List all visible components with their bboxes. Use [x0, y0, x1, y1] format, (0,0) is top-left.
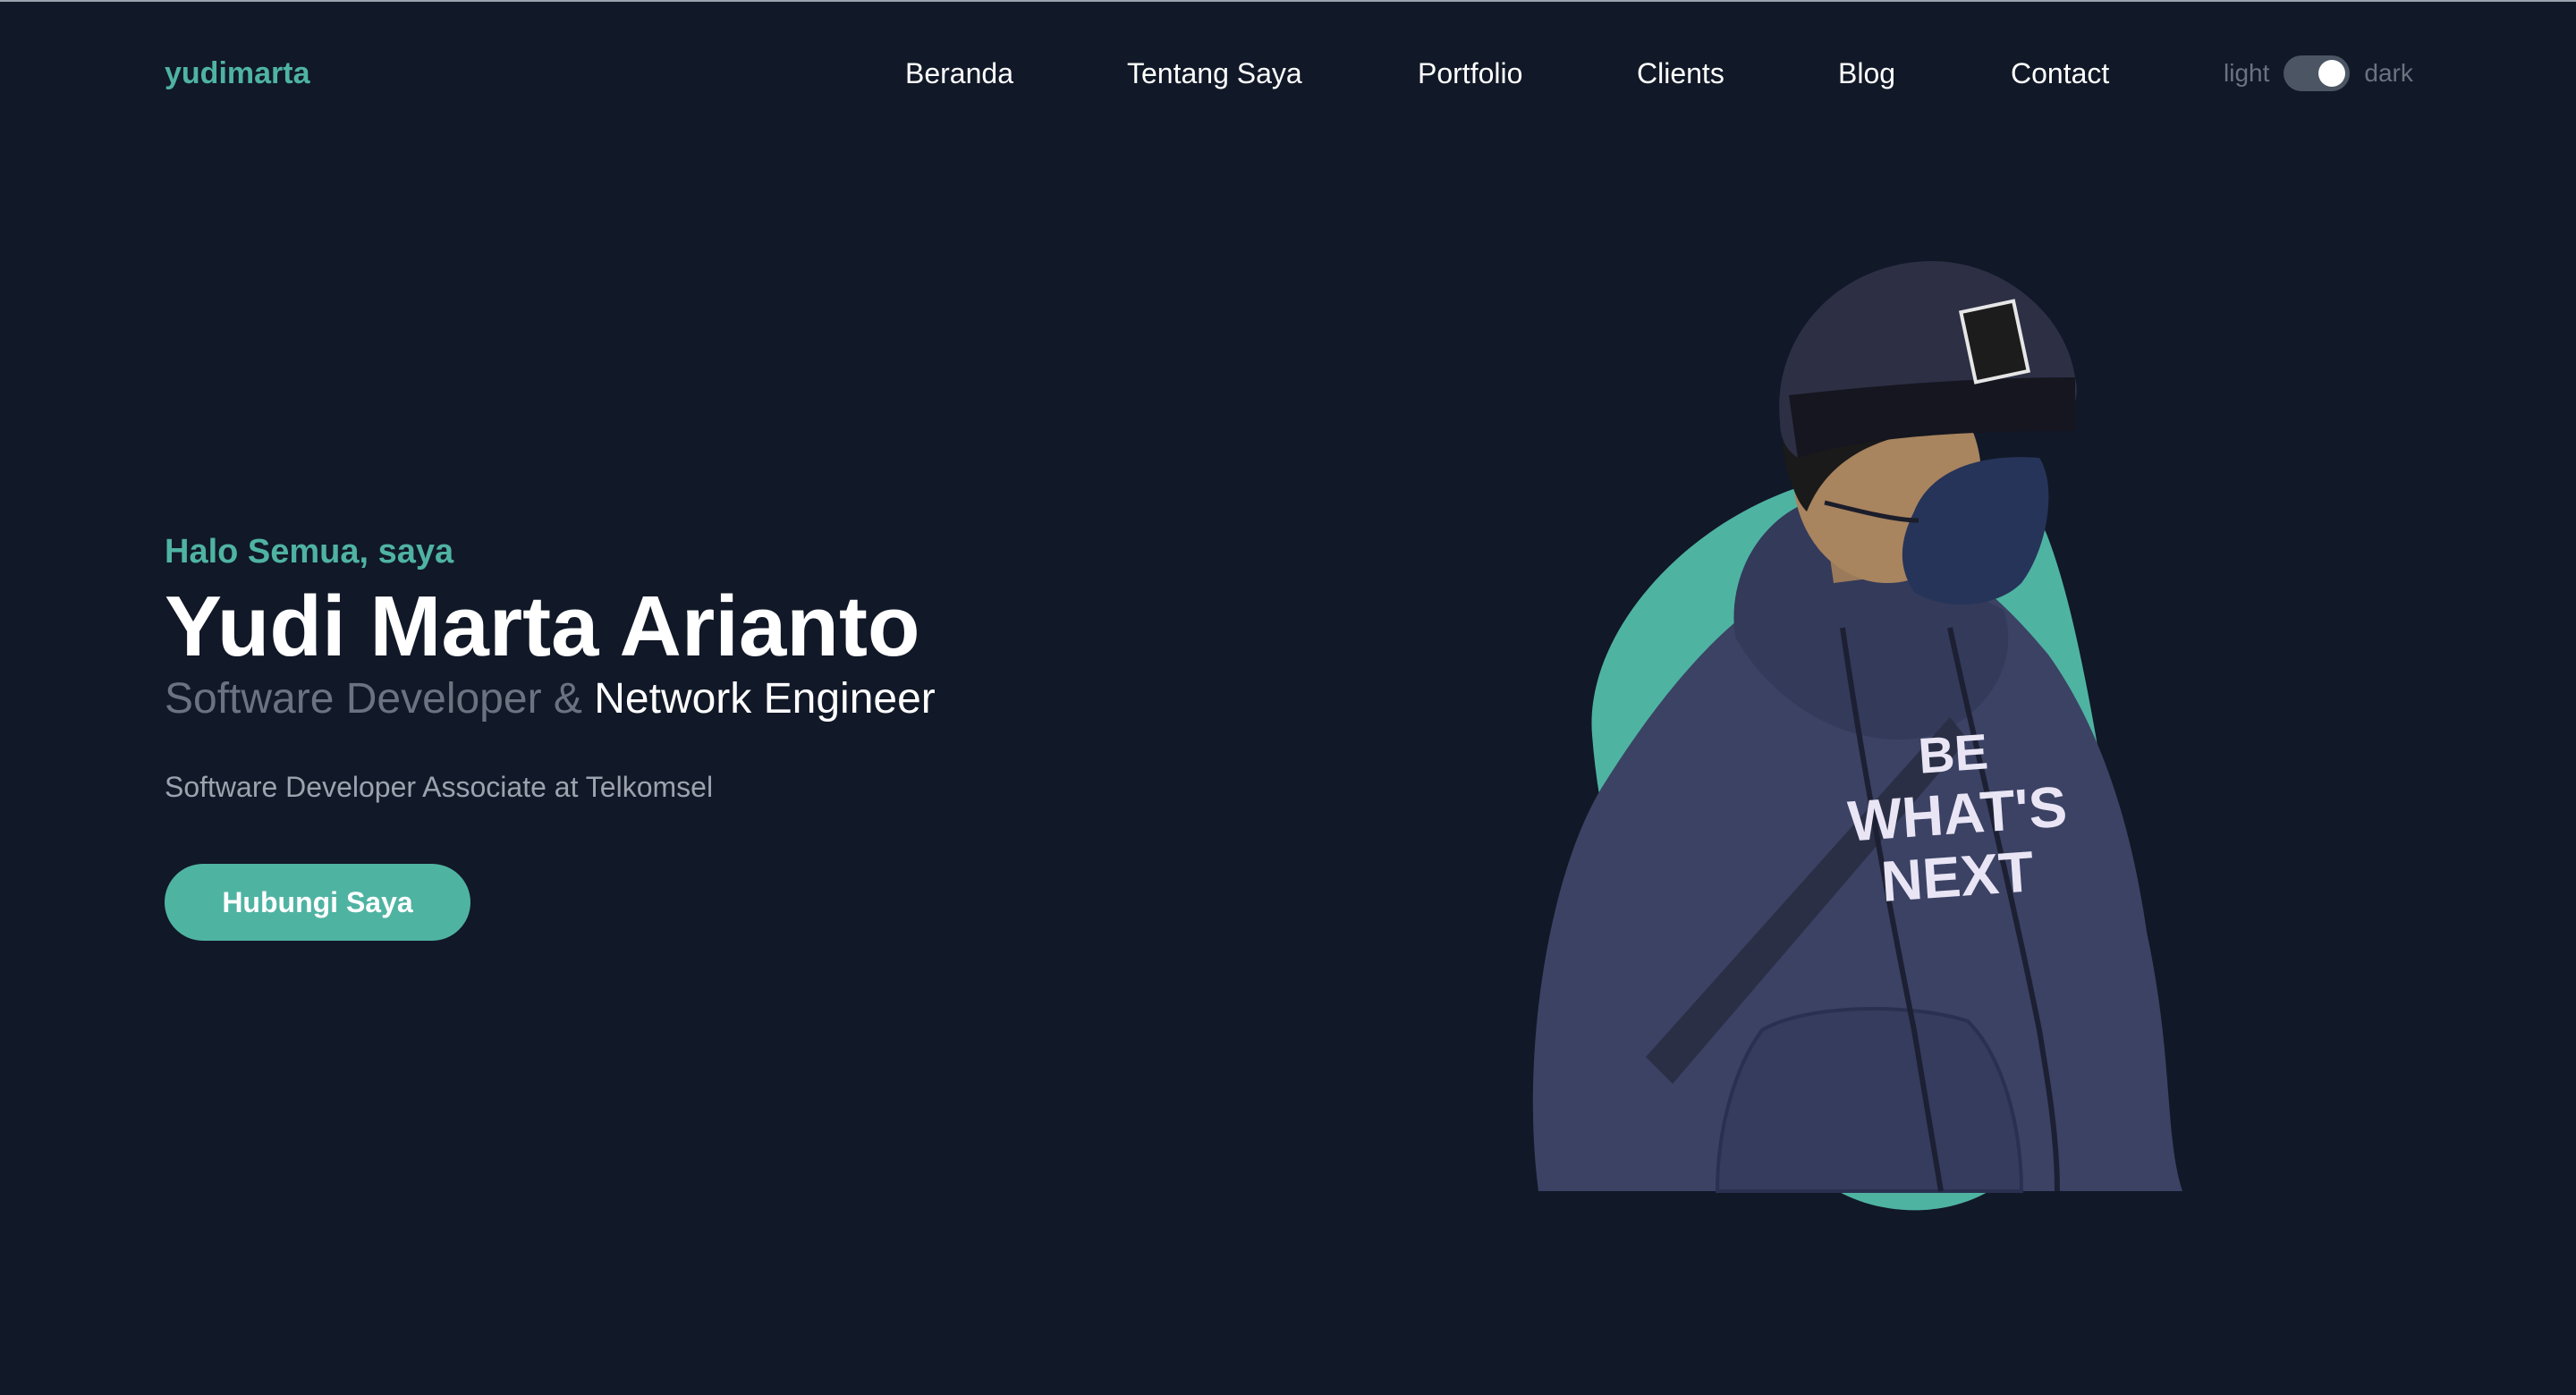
navbar: yudimarta Beranda Tentang Saya Portfolio… [0, 2, 2576, 145]
hero-description: Software Developer Associate at Telkomse… [165, 771, 714, 803]
nav-item-blog: Blog [1838, 54, 1895, 93]
theme-switch[interactable] [2284, 55, 2351, 91]
switch-knob [2318, 60, 2346, 87]
hero-greeting: Halo Semua, saya [165, 533, 454, 571]
hoodie-print-line1: BE [1917, 723, 1990, 783]
hero-name: Yudi Marta Arianto [165, 579, 920, 674]
nav-link-tentang-saya[interactable]: Tentang Saya [1127, 54, 1302, 93]
logo-link[interactable]: yudimarta [165, 54, 310, 93]
nav-item-beranda: Beranda [905, 54, 1013, 93]
light-label: light [2224, 59, 2270, 87]
nav-link-blog[interactable]: Blog [1838, 54, 1895, 93]
page: yudimarta Beranda Tentang Saya Portfolio… [0, 0, 2576, 1395]
nav-item-tentang-saya: Tentang Saya [1127, 54, 1302, 93]
nav-item-clients: Clients [1637, 54, 1724, 93]
hoodie-pocket [1715, 1007, 2024, 1193]
portrait-illustration: BE WHAT'S NEXT [1532, 261, 2182, 1211]
nav-item-contact: Contact [2011, 54, 2109, 93]
nav-link-portfolio[interactable]: Portfolio [1418, 54, 1522, 93]
contact-me-button[interactable]: Hubungi Saya [165, 864, 470, 941]
theme-toggle: light dark [2224, 54, 2413, 93]
hero-role: Software Developer & Network Engineer [165, 672, 936, 726]
hero-role-primary: Software Developer & [165, 675, 582, 723]
nav-link-beranda[interactable]: Beranda [905, 54, 1013, 93]
nav-item-portfolio: Portfolio [1418, 54, 1522, 93]
nav-link-clients[interactable]: Clients [1637, 54, 1724, 93]
dark-label: dark [2364, 59, 2413, 87]
hero-role-secondary: Network Engineer [594, 675, 936, 723]
nav-link-contact[interactable]: Contact [2011, 54, 2109, 93]
hoodie-print-line3: NEXT [1879, 839, 2036, 914]
